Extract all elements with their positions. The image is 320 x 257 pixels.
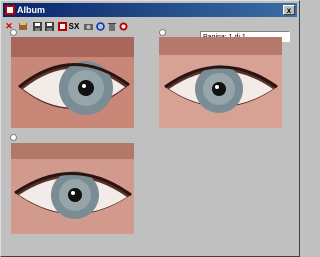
help-button[interactable] (118, 20, 128, 32)
close-icon: x (286, 6, 292, 15)
trash-icon (108, 22, 116, 31)
sx-icon: SX (68, 21, 80, 31)
trash-button[interactable] (107, 20, 117, 32)
eye-photo-3[interactable] (11, 143, 134, 234)
title-bar[interactable]: Album x (3, 3, 297, 17)
album-window: Album x ✕ SX (0, 0, 300, 257)
eye-photo-2[interactable] (159, 37, 282, 128)
refresh-icon (95, 21, 105, 31)
photo-1-radio[interactable] (10, 29, 17, 36)
help-icon (119, 22, 127, 30)
sx-button[interactable]: SX (68, 20, 80, 32)
save-as-button[interactable] (44, 20, 54, 32)
camera-icon (83, 23, 93, 30)
stop-icon (57, 21, 67, 31)
floppy-save-icon (32, 21, 42, 31)
album-icon (5, 5, 15, 15)
photo-2-radio[interactable] (159, 29, 166, 36)
card-file-icon (19, 22, 27, 30)
card-file-button[interactable] (17, 20, 29, 32)
toolbar: ✕ SX (3, 19, 297, 42)
eye-photo-1[interactable] (11, 37, 134, 128)
stop-button[interactable] (57, 20, 67, 32)
refresh-button[interactable] (95, 20, 105, 32)
photo-3-radio[interactable] (10, 134, 17, 141)
save-button[interactable] (32, 20, 42, 32)
floppy-saveas-icon (44, 21, 54, 31)
window-title: Album (17, 5, 45, 15)
close-button[interactable]: x (283, 5, 295, 15)
camera-button[interactable] (83, 20, 93, 32)
